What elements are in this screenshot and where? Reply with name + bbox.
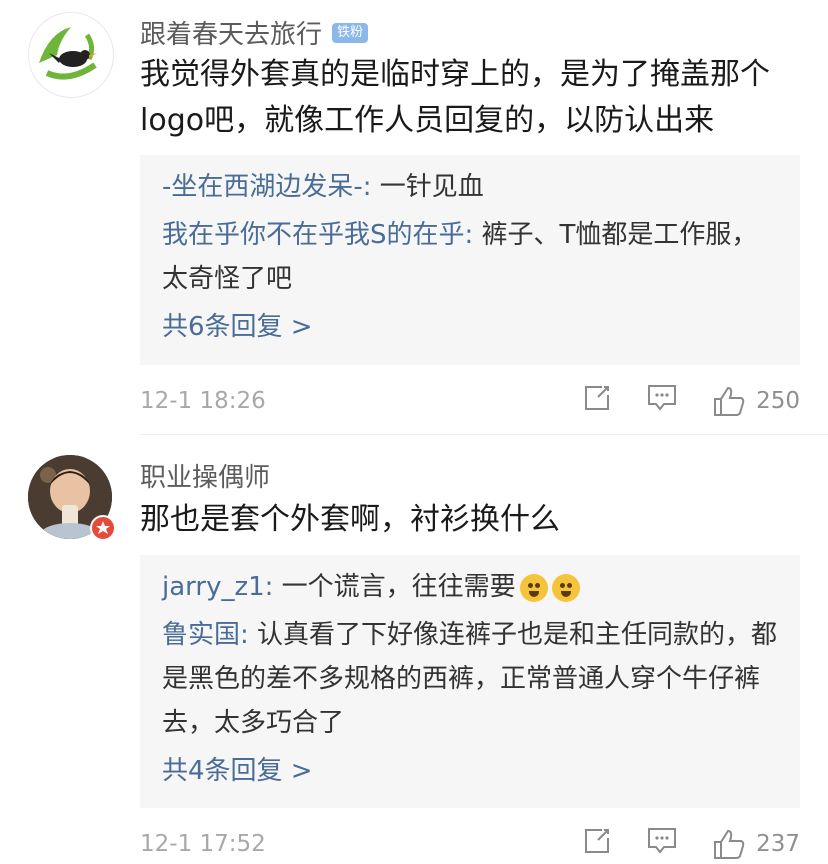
timestamp: 12-1 17:52: [140, 831, 266, 857]
more-replies-link[interactable]: 共4条回复 >: [162, 749, 778, 793]
comment-icon[interactable]: [646, 383, 678, 419]
thumbs-up-icon: [714, 829, 745, 859]
reply-text: 认真看了下好像连裤子也是和主任同款的，都是黑色的差不多规格的西裤，正常普通人穿个…: [162, 620, 778, 738]
blushing-smile-emoji: [519, 573, 548, 602]
like-count: 237: [756, 831, 800, 857]
reply-text: 一针见血: [371, 172, 484, 202]
comment-icon[interactable]: [646, 826, 678, 862]
reply-item[interactable]: 我在乎你不在乎我S的在乎: 裤子、T恤都是工作服，太奇怪了吧: [162, 213, 778, 301]
timestamp: 12-1 18:26: [140, 388, 266, 414]
like-count: 250: [756, 388, 800, 414]
comment-item: 跟着春天去旅行 铁粉 我觉得外套真的是临时穿上的，是为了掩盖那个logo吧，就像…: [0, 0, 828, 435]
reply-box[interactable]: jarry_z1: 一个谎言，往往需要 鲁实国: 认真看了下好像连裤子也是和主任…: [140, 555, 800, 808]
bird-logo-icon: [39, 27, 97, 80]
reply-username[interactable]: 我在乎你不在乎我S的在乎:: [162, 220, 473, 250]
comment-item: 职业操偶师 那也是套个外套啊，衬衫换什么 jarry_z1: 一个谎言，往往需要…: [0, 435, 828, 864]
like-button[interactable]: 237: [712, 828, 800, 860]
like-button[interactable]: 250: [712, 385, 800, 417]
reply-username[interactable]: jarry_z1:: [162, 572, 273, 602]
avatar[interactable]: [28, 12, 114, 98]
thumbs-up-icon: [714, 386, 745, 416]
reply-item[interactable]: -坐在西湖边发呆-: 一针见血: [162, 165, 778, 209]
comment-footer: 12-1 18:26 250: [140, 381, 800, 421]
share-icon[interactable]: [582, 383, 612, 419]
verified-badge-icon: [90, 515, 116, 541]
reply-box[interactable]: -坐在西湖边发呆-: 一针见血 我在乎你不在乎我S的在乎: 裤子、T恤都是工作服…: [140, 155, 800, 365]
comment-text: 我觉得外套真的是临时穿上的，是为了掩盖那个logo吧，就像工作人员回复的，以防认…: [140, 57, 770, 138]
reply-username[interactable]: -坐在西湖边发呆-:: [162, 172, 372, 202]
reply-item[interactable]: jarry_z1: 一个谎言，往往需要: [162, 565, 778, 609]
action-bar: 250: [582, 383, 800, 419]
avatar[interactable]: [28, 455, 116, 541]
reply-item[interactable]: 鲁实国: 认真看了下好像连裤子也是和主任同款的，都是黑色的差不多规格的西裤，正常…: [162, 613, 778, 745]
comment-text: 那也是套个外套啊，衬衫换什么: [140, 502, 560, 537]
fan-badge: 铁粉: [332, 22, 369, 43]
username[interactable]: 职业操偶师: [140, 457, 270, 494]
reply-username[interactable]: 鲁实国:: [162, 620, 249, 650]
comment-footer: 12-1 17:52 237: [140, 824, 800, 864]
action-bar: 237: [582, 826, 800, 862]
username[interactable]: 跟着春天去旅行 铁粉: [140, 14, 369, 51]
reply-text: 一个谎言，往往需要: [273, 572, 516, 602]
share-icon[interactable]: [582, 826, 612, 862]
blushing-smile-emoji: [551, 573, 580, 602]
more-replies-link[interactable]: 共6条回复 >: [162, 305, 778, 349]
